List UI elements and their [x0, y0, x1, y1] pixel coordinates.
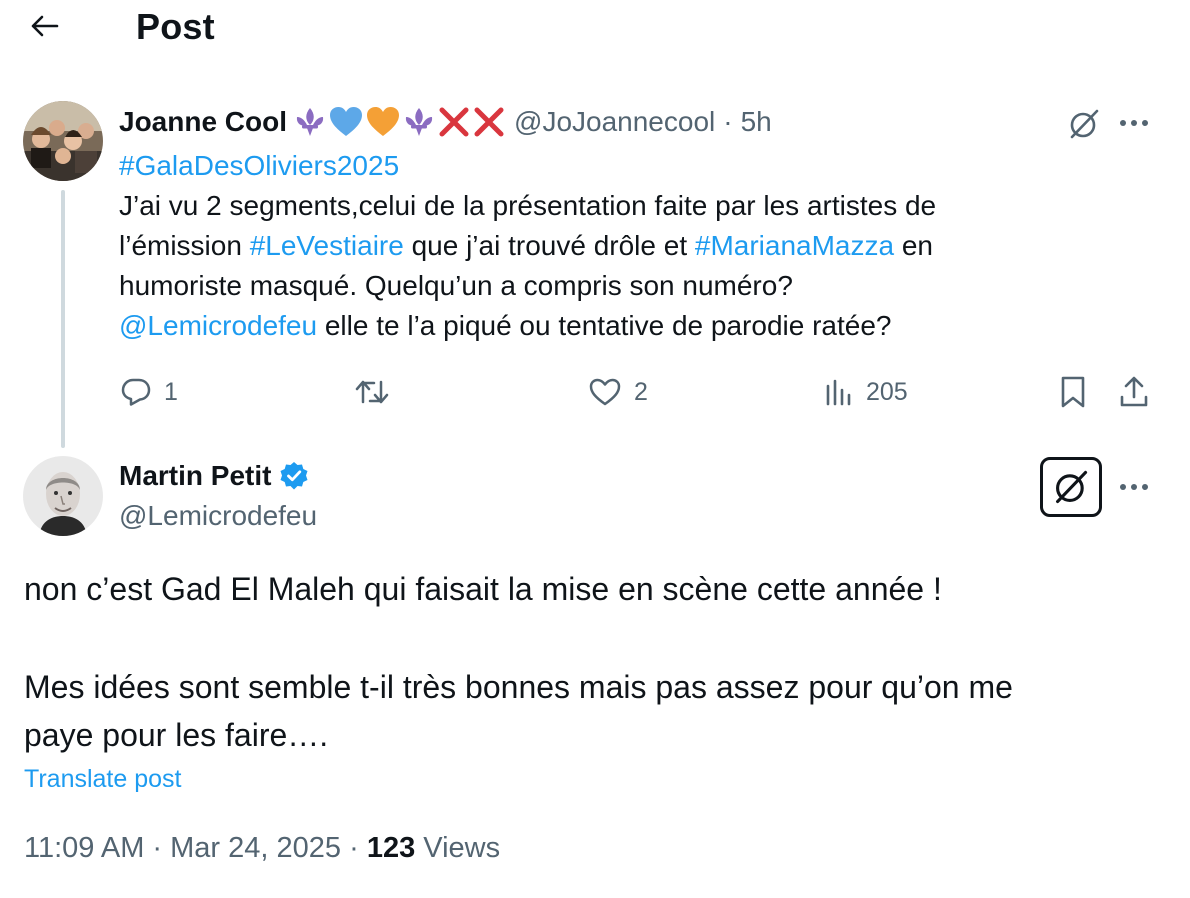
repost-icon	[355, 380, 389, 404]
views-button[interactable]: 205	[824, 370, 908, 414]
orange-heart-icon	[367, 107, 400, 136]
like-count: 2	[634, 377, 648, 406]
back-button[interactable]	[22, 6, 66, 46]
parent-post-text: #GalaDesOliviers2025 J’ai vu 2 segments,…	[119, 146, 1069, 346]
analytics-icon	[826, 379, 851, 406]
text-fragment: elle te l’a piqué ou tentative de parodi…	[317, 310, 892, 341]
top-bar: Post	[0, 0, 1190, 56]
bookmark-button[interactable]	[1058, 370, 1088, 414]
fleur-de-lis-icon	[296, 108, 324, 136]
text-line: humoriste masqué. Quelqu’un a compris so…	[119, 270, 793, 301]
hashtag-link[interactable]: #MarianaMazza	[695, 230, 894, 261]
bookmark-icon	[1061, 376, 1085, 408]
author-handle[interactable]: @Lemicrodefeu	[119, 496, 317, 536]
reply-button[interactable]: 1	[120, 370, 178, 414]
translate-post-link[interactable]: Translate post	[24, 760, 181, 798]
more-options-button[interactable]	[1112, 103, 1156, 143]
text-paragraph: non c’est Gad El Maleh qui faisait la mi…	[24, 571, 942, 607]
text-line: J’ai vu 2 segments,celui de la présentat…	[119, 190, 937, 221]
more-options-button[interactable]	[1112, 467, 1156, 507]
text-fragment: en	[894, 230, 934, 261]
separator-dot: ·	[349, 832, 359, 864]
share-button[interactable]	[1117, 370, 1151, 414]
grok-button[interactable]	[1062, 102, 1106, 146]
post-time[interactable]: 5h	[741, 106, 772, 138]
views-count: 205	[866, 377, 908, 406]
grok-button[interactable]	[1040, 457, 1102, 517]
avatar-joanne-cool[interactable]	[23, 101, 103, 181]
like-button[interactable]: 2	[588, 370, 648, 414]
main-post-text: non c’est Gad El Maleh qui faisait la mi…	[24, 565, 1164, 759]
separator-dot: ·	[723, 106, 733, 137]
views-count: 123	[366, 832, 416, 864]
main-post-author-line: Martin Petit	[119, 456, 309, 496]
more-dots-icon	[1120, 484, 1148, 490]
reply-icon	[121, 378, 151, 406]
cross-mark-icon	[439, 107, 469, 137]
more-dots-icon	[1120, 120, 1148, 126]
author-handle[interactable]: @JoJoannecool	[514, 106, 715, 138]
author-name[interactable]: Joanne Cool	[119, 106, 287, 138]
post-timestamp[interactable]: 11:09 AM · Mar 24, 2025	[24, 832, 341, 864]
reply-count: 1	[164, 377, 178, 406]
cross-mark-icon	[474, 107, 504, 137]
grok-icon	[1056, 470, 1088, 504]
parent-post-author-line: Joanne Cool @JoJoannecool · 5h	[119, 102, 772, 142]
avatar-martin-petit[interactable]	[23, 456, 103, 536]
verified-badge[interactable]	[279, 461, 309, 491]
views-label: Views	[423, 832, 501, 864]
post-meta: 11:09 AM · Mar 24, 2025 · 123 Views	[24, 826, 500, 870]
blue-heart-icon	[330, 107, 363, 136]
text-fragment: l’émission	[119, 230, 250, 261]
verified-check-icon	[280, 462, 308, 490]
author-name[interactable]: Martin Petit	[119, 460, 271, 492]
name-emojis	[293, 105, 506, 139]
text-fragment: que j’ai trouvé drôle et	[403, 230, 695, 261]
arrow-left-icon	[31, 15, 59, 37]
post-actions-bar: 1 2 205	[0, 370, 1190, 414]
hashtag-link[interactable]: #LeVestiaire	[250, 230, 404, 261]
grok-icon	[1070, 109, 1099, 139]
share-icon	[1120, 376, 1148, 407]
hashtag-link[interactable]: #GalaDesOliviers2025	[119, 150, 399, 181]
mention-link[interactable]: @Lemicrodefeu	[119, 310, 317, 341]
heart-icon	[589, 378, 621, 406]
repost-button[interactable]	[354, 370, 402, 414]
text-line: Mes idées sont semble t-il très bonnes m…	[24, 669, 1013, 705]
text-line: paye pour les faire….	[24, 717, 329, 753]
page-title: Post	[136, 6, 215, 47]
fleur-de-lis-icon	[405, 108, 433, 136]
